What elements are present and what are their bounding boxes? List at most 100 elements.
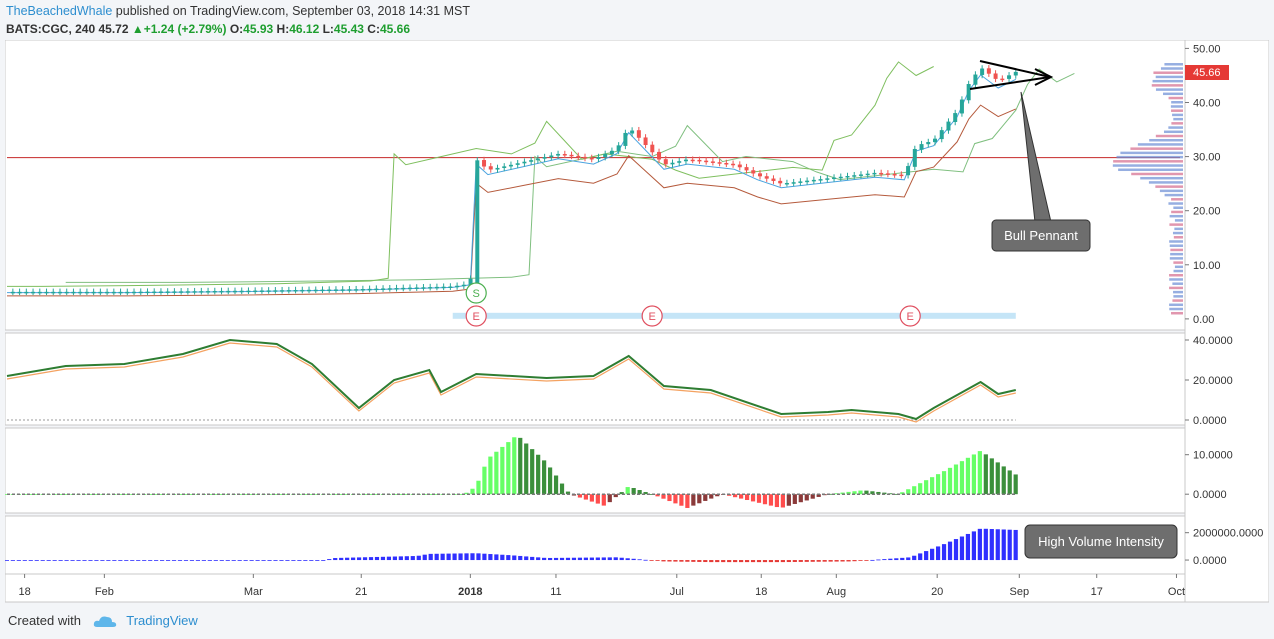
volume-intensity-bar	[900, 558, 904, 560]
candle-body	[792, 182, 796, 184]
candle-body	[980, 69, 984, 75]
high-label: H:	[277, 22, 290, 36]
open-label: O:	[230, 22, 243, 36]
volume-intensity-bar	[542, 558, 546, 560]
x-tick-label: 20	[931, 586, 943, 598]
y-tick-label: 40.0000	[1193, 335, 1233, 347]
candle-body	[58, 292, 62, 294]
volume-intensity-bar	[673, 560, 677, 562]
author-link[interactable]: TheBeachedWhale	[6, 4, 112, 18]
volume-profile-bar	[1164, 63, 1183, 66]
candle-body	[738, 165, 742, 168]
candle-body	[455, 286, 459, 288]
footer: Created with TradingView	[8, 613, 198, 629]
volume-intensity-bar	[148, 560, 152, 561]
volume-profile-bar	[1175, 266, 1183, 269]
chart-area[interactable]: 50.00 40.00 30.00 20.00 10.00 0.00 40.0000 20.0…	[5, 40, 1269, 605]
volume-intensity-bar	[94, 560, 98, 561]
candle-body	[489, 166, 493, 169]
candle-body	[341, 289, 345, 291]
momentum-bar	[518, 438, 522, 494]
volume-intensity-bar	[888, 559, 892, 560]
volume-intensity-bar	[1014, 530, 1018, 560]
candle-body	[482, 160, 486, 166]
candle-body	[92, 292, 96, 294]
candle-body	[381, 288, 385, 290]
candle-body	[549, 156, 553, 158]
volume-intensity-bar	[59, 560, 63, 561]
candle-body	[408, 288, 412, 290]
volume-intensity-bar	[912, 556, 916, 560]
momentum-bar	[918, 483, 922, 494]
volume-profile-bar	[1174, 270, 1183, 273]
volume-intensity-bar	[793, 560, 797, 562]
volume-intensity-bar	[817, 560, 821, 562]
y-tick-label: 2000000.0000	[1193, 528, 1263, 540]
candle-body	[186, 291, 190, 293]
close-value: 45.66	[380, 22, 410, 36]
volume-intensity-bar	[787, 560, 791, 562]
volume-intensity-bar	[118, 560, 122, 561]
volume-intensity-bar	[64, 560, 68, 561]
volume-profile-bar	[1149, 139, 1183, 142]
candle-body	[866, 174, 870, 176]
candle-body	[45, 292, 49, 294]
volume-intensity-bar	[190, 560, 194, 561]
volume-intensity-bar	[166, 560, 170, 561]
candle-body	[462, 285, 466, 287]
momentum-bar	[530, 449, 534, 494]
momentum-bar	[745, 494, 749, 500]
candle-body	[421, 287, 425, 289]
volume-intensity-bar	[11, 560, 15, 561]
momentum-bar	[691, 494, 695, 505]
volume-intensity-bar	[918, 553, 922, 560]
volume-intensity-bar	[942, 544, 946, 560]
candle-body	[798, 181, 802, 183]
candle-body	[388, 288, 392, 290]
volume-intensity-bar	[984, 529, 988, 560]
volume-intensity-bar	[267, 560, 271, 561]
volume-profile-bar	[1171, 109, 1183, 112]
candle-body	[354, 289, 358, 291]
volume-profile-bar	[1169, 287, 1183, 290]
volume-intensity-bar	[106, 560, 110, 561]
volume-intensity-bar	[41, 560, 45, 561]
event-marker-label: E	[473, 311, 480, 323]
candle-body	[893, 174, 897, 176]
x-tick-label: Aug	[827, 586, 847, 598]
tradingview-link[interactable]: TradingView	[126, 613, 198, 628]
volume-intensity-bar	[136, 560, 140, 561]
y-tick-label: 30.00	[1193, 152, 1221, 164]
volume-intensity-bar	[124, 560, 128, 561]
candle-body	[946, 122, 950, 131]
candle-body	[590, 158, 594, 160]
volume-profile-bar	[1169, 223, 1183, 226]
candle-body	[199, 291, 203, 293]
volume-intensity-bar	[1002, 529, 1006, 560]
x-tick-label: Jul	[670, 586, 684, 598]
momentum-bar	[560, 484, 564, 495]
volume-intensity-bar	[882, 559, 886, 560]
indicator-pane[interactable]	[5, 333, 1185, 425]
volume-intensity-bar	[315, 560, 319, 561]
candle-body	[334, 289, 338, 291]
event-marker-label: E	[907, 311, 914, 323]
volume-profile-bar	[1172, 299, 1183, 302]
time-axis[interactable]	[5, 574, 1185, 602]
y-tick-label: 0.0000	[1193, 555, 1227, 567]
volume-intensity-bar	[327, 559, 331, 560]
volume-intensity-callout[interactable]: High Volume Intensity	[1025, 525, 1177, 558]
volume-intensity-bar	[130, 560, 134, 561]
chart-header: TheBeachedWhale published on TradingView…	[6, 3, 470, 19]
volume-profile-bar	[1165, 194, 1183, 197]
momentum-bar	[912, 486, 916, 494]
volume-intensity-bar	[578, 558, 582, 560]
volume-intensity-bar	[840, 560, 844, 561]
ticker: BATS:CGC, 240	[6, 22, 95, 36]
published-text: published on TradingView.com, September …	[112, 4, 470, 18]
momentum-bar	[1014, 474, 1018, 494]
volume-intensity-bar	[297, 560, 301, 561]
volume-intensity-bar	[100, 560, 104, 561]
candle-body	[812, 180, 816, 182]
candle-body	[253, 291, 257, 293]
